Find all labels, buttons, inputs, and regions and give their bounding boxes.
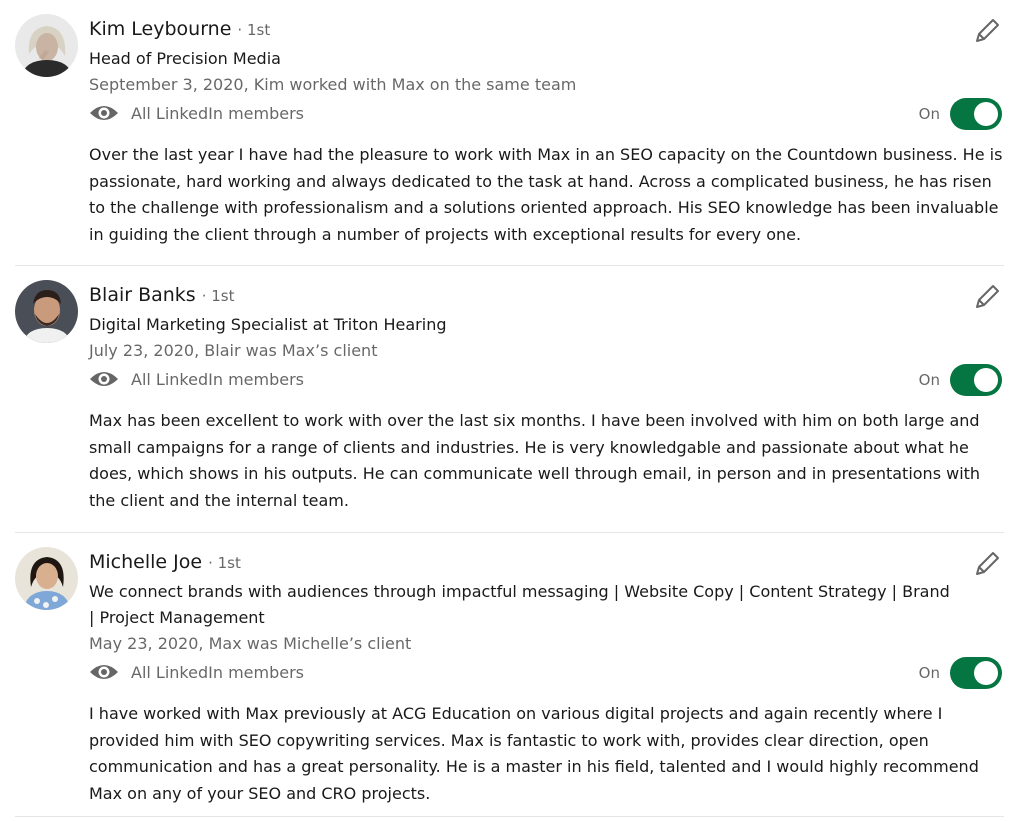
member-headline: Head of Precision Media <box>89 49 281 68</box>
member-name[interactable]: Blair Banks <box>89 284 196 306</box>
eye-icon <box>90 665 118 679</box>
visibility-label: All LinkedIn members <box>131 662 304 682</box>
recommendation-text: Over the last year I have had the pleasu… <box>89 145 1003 244</box>
toggle-knob <box>974 368 998 392</box>
avatar[interactable] <box>15 14 78 77</box>
eye-icon <box>90 106 118 120</box>
edit-pencil-icon[interactable] <box>972 16 1002 46</box>
edit-pencil-icon[interactable] <box>972 282 1002 312</box>
eye-icon <box>90 372 118 386</box>
toggle-knob <box>974 661 998 685</box>
recommendation-meta: May 23, 2020, Max was Michelle’s client <box>89 634 412 653</box>
recommendation-meta: September 3, 2020, Kim worked with Max o… <box>89 75 577 94</box>
member-headline: We connect brands with audiences through… <box>89 582 950 627</box>
member-name[interactable]: Kim Leybourne <box>89 18 231 40</box>
member-name[interactable]: Michelle Joe <box>89 551 202 573</box>
recommendation-text: I have worked with Max previously at ACG… <box>89 704 979 803</box>
visibility-toggle[interactable] <box>950 657 1002 689</box>
recommendation-card: Kim Leybourne · 1st Head of Precision Me… <box>15 0 1004 266</box>
visibility-toggle[interactable] <box>950 364 1002 396</box>
toggle-state-label: On <box>918 371 940 389</box>
toggle-state-label: On <box>918 664 940 682</box>
toggle-state-label: On <box>918 105 940 123</box>
visibility-toggle-group: On <box>919 364 1002 396</box>
connection-degree: · 1st <box>208 554 241 572</box>
toggle-knob <box>974 102 998 126</box>
avatar[interactable] <box>15 547 78 610</box>
visibility-label: All LinkedIn members <box>131 369 304 389</box>
avatar[interactable] <box>15 280 78 343</box>
connection-degree: · 1st <box>201 287 235 305</box>
edit-pencil-icon[interactable] <box>972 549 1002 579</box>
connection-degree: · 1st <box>237 21 271 39</box>
visibility-label: All LinkedIn members <box>131 103 304 123</box>
visibility-toggle-group: On <box>919 98 1002 130</box>
member-headline: Digital Marketing Specialist at Triton H… <box>89 315 447 334</box>
recommendation-card: Michelle Joe · 1st We connect brands wit… <box>15 533 1004 817</box>
visibility-setting: All LinkedIn members <box>89 98 1004 128</box>
recommendation-text: Max has been excellent to work with over… <box>89 411 981 510</box>
recommendation-card: Blair Banks · 1st Digital Marketing Spec… <box>15 266 1004 533</box>
visibility-toggle-group: On <box>919 657 1002 689</box>
visibility-setting: All LinkedIn members <box>89 657 1004 687</box>
visibility-setting: All LinkedIn members <box>89 364 1004 394</box>
recommendation-meta: July 23, 2020, Blair was Max’s client <box>89 341 378 360</box>
visibility-toggle[interactable] <box>950 98 1002 130</box>
